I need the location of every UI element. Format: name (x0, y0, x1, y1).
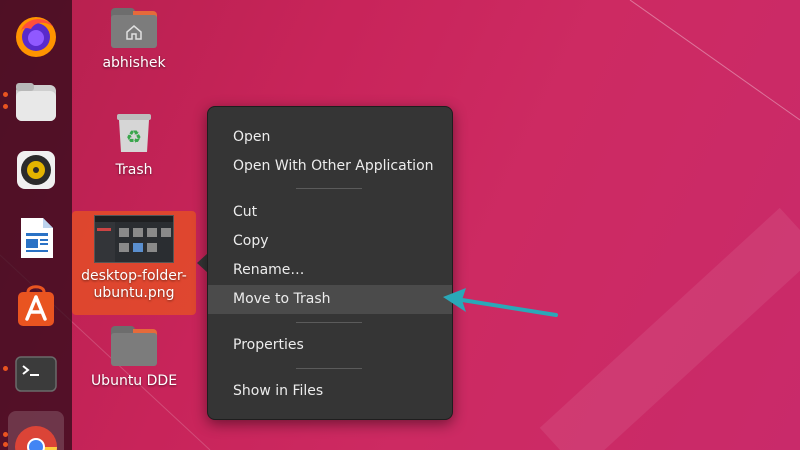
trash-label: Trash (115, 162, 153, 178)
folder-label: Ubuntu DDE (90, 373, 178, 389)
context-menu: Open Open With Other Application Cut Cop… (207, 106, 453, 420)
running-indicator (3, 92, 8, 97)
menu-item-cut[interactable]: Cut (208, 198, 452, 227)
home-folder-icon (111, 8, 157, 48)
running-indicator (3, 442, 8, 447)
terminal-icon (15, 356, 57, 392)
home-icon (126, 25, 142, 40)
dock-software[interactable] (8, 278, 64, 334)
svg-text:♻: ♻ (126, 127, 142, 148)
home-folder-label: abhishek (102, 55, 166, 71)
desktop-home-folder[interactable]: abhishek (72, 8, 196, 72)
menu-separator (296, 188, 362, 189)
firefox-icon (16, 17, 56, 57)
desktop-folder-ubuntu-dde[interactable]: Ubuntu DDE (72, 326, 196, 390)
rhythmbox-icon (17, 151, 55, 189)
selected-file-label-line1: desktop-folder- (81, 268, 187, 284)
trash-icon: ♻ (117, 114, 151, 152)
running-indicator (3, 432, 8, 437)
ubuntu-software-icon (18, 285, 54, 326)
dock (0, 0, 72, 450)
menu-separator (296, 368, 362, 369)
chrome-icon (15, 426, 58, 450)
menu-item-show-in-files[interactable]: Show in Files (208, 377, 452, 406)
menu-item-open-with[interactable]: Open With Other Application (208, 152, 452, 181)
desktop-trash[interactable]: ♻ Trash (72, 112, 196, 179)
menu-item-properties[interactable]: Properties (208, 331, 452, 360)
desktop-selected-file[interactable]: desktop-folder- ubuntu.png (72, 211, 196, 315)
selected-file-label-line2: ubuntu.png (93, 285, 175, 301)
menu-item-rename[interactable]: Rename… (208, 256, 452, 285)
running-indicator (3, 366, 8, 371)
screenshot-thumbnail (94, 215, 174, 263)
dock-rhythmbox[interactable] (8, 142, 64, 198)
menu-separator (296, 322, 362, 323)
menu-item-open[interactable]: Open (208, 123, 452, 152)
running-indicator (3, 104, 8, 109)
files-icon (16, 83, 56, 121)
dock-files[interactable] (8, 74, 64, 130)
dock-writer[interactable] (8, 210, 64, 266)
dock-chrome[interactable] (8, 411, 64, 450)
menu-item-move-to-trash[interactable]: Move to Trash (208, 285, 452, 314)
libreoffice-writer-icon (21, 218, 53, 258)
dock-terminal[interactable] (8, 346, 64, 402)
dock-firefox[interactable] (8, 8, 64, 64)
folder-icon (111, 326, 157, 366)
menu-item-copy[interactable]: Copy (208, 227, 452, 256)
